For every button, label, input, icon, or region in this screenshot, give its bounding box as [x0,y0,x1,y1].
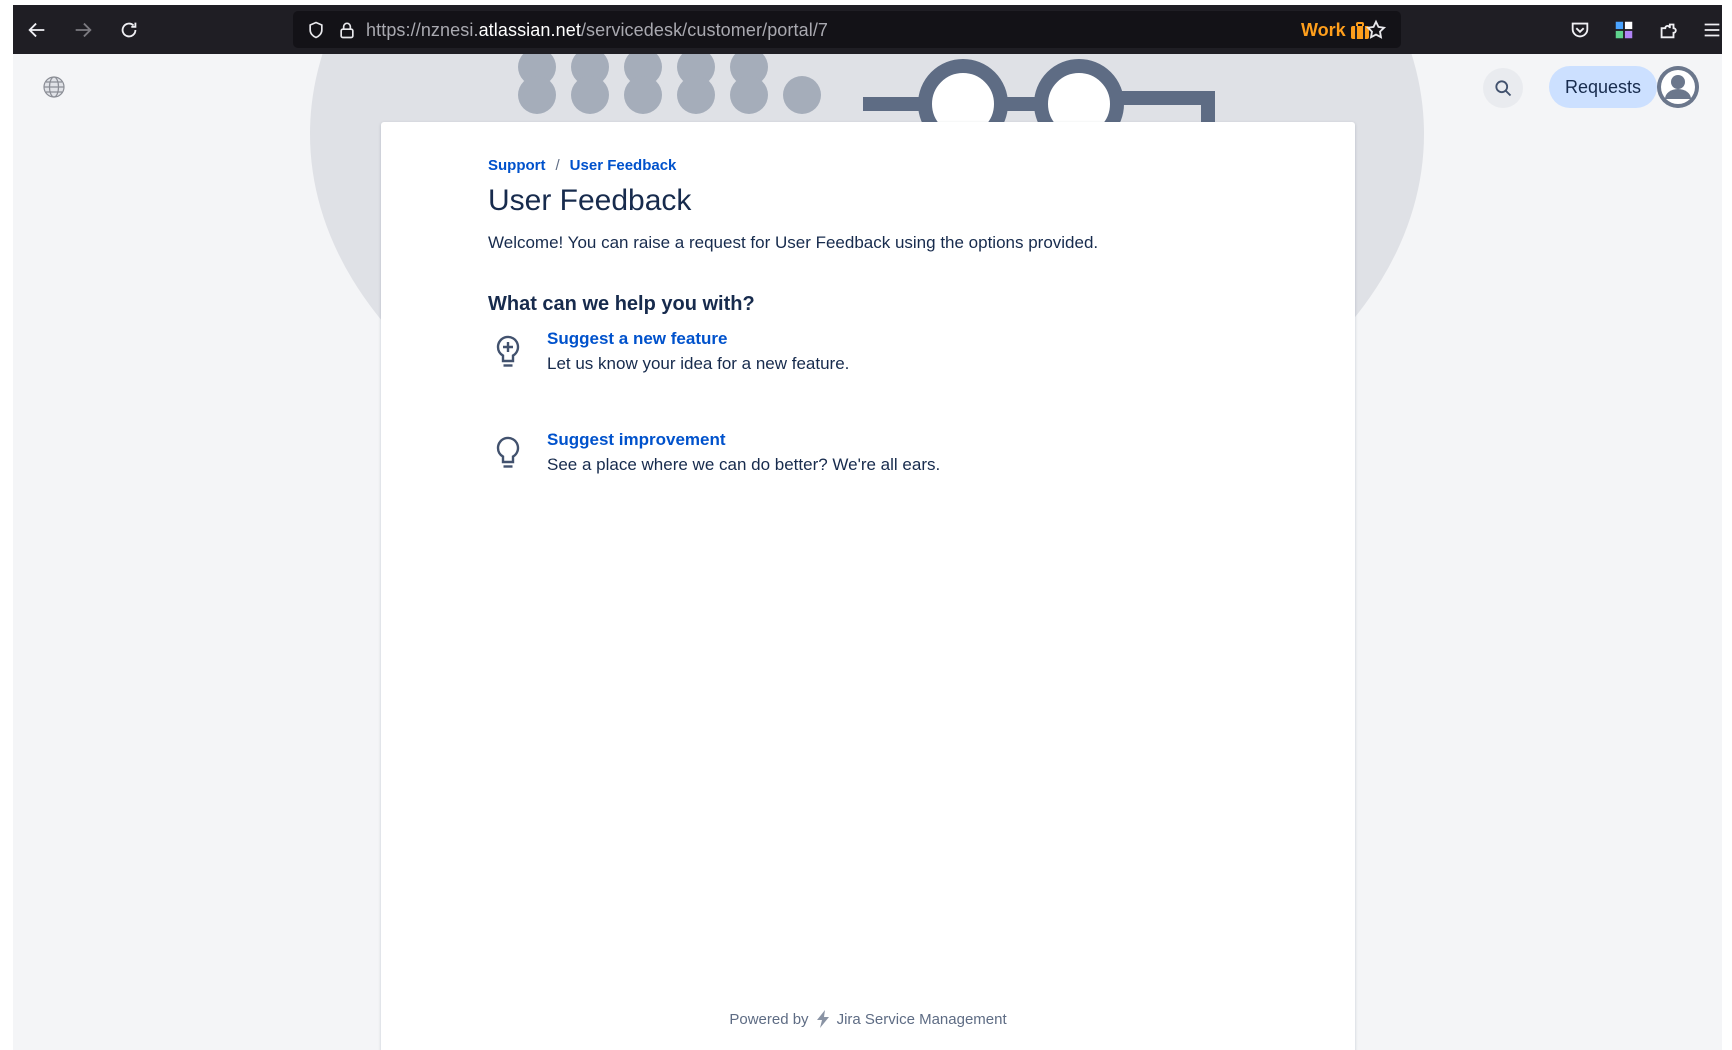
hero-dot [624,76,662,114]
container-badge[interactable]: Work [1301,20,1370,41]
search-button[interactable] [1483,68,1523,108]
page-title: User Feedback [488,184,692,217]
hero-dot [783,76,821,114]
lock-icon[interactable] [336,19,358,41]
screen: https://nznesi.atlassian.net/servicedesk… [0,0,1732,1050]
reload-icon [121,22,137,37]
jira-service-management-link[interactable]: Jira Service Management [837,1011,1007,1028]
hamburger-menu-icon [1704,23,1720,36]
request-type-new-feature[interactable]: Suggest a new feature Let us know your i… [488,329,1188,389]
portal-card: Support / User Feedback User Feedback We… [381,122,1355,1050]
url-path: /servicedesk/customer/portal/7 [580,20,829,40]
lightbulb-plus-icon [496,335,520,367]
extension-button[interactable] [1602,5,1646,54]
extensions-button[interactable] [1646,5,1690,54]
url-prefix: https://nznesi. [366,20,479,40]
breadcrumb-support-link[interactable]: Support [488,157,546,174]
user-avatar-icon [1657,66,1699,108]
breadcrumb-separator: / [555,157,560,174]
request-type-title[interactable]: Suggest a new feature [547,329,727,349]
pocket-button[interactable] [1558,5,1602,54]
search-icon [1495,80,1512,97]
request-type-description: Let us know your idea for a new feature. [547,354,850,373]
pocket-icon [1571,22,1589,37]
powered-by-footer: Powered by Jira Service Management [381,1009,1355,1029]
reload-button[interactable] [109,5,149,54]
request-type-description: See a place where we can do better? We'r… [547,455,941,474]
requests-label: Requests [1565,76,1642,97]
breadcrumb: Support / User Feedback [488,157,676,174]
breadcrumb-user-feedback-link[interactable]: User Feedback [570,157,677,174]
hero-dot [677,76,715,114]
url-bar[interactable]: https://nznesi.atlassian.net/servicedesk… [293,11,1401,48]
jira-bolt-icon [816,1010,829,1028]
container-label: Work [1301,20,1346,40]
url-host: atlassian.net [478,20,581,40]
arrow-right-icon [75,22,92,37]
hero-dot [518,76,556,114]
profile-avatar[interactable] [1657,66,1699,108]
toolbar-right-icons [1558,5,1732,54]
tracking-shield-icon[interactable] [305,19,327,41]
back-button[interactable] [17,5,57,54]
arrow-left-icon [28,22,45,37]
globe-icon [43,76,65,98]
help-heading: What can we help you with? [488,293,755,315]
welcome-message: Welcome! You can raise a request for Use… [488,233,1099,252]
powered-by-text: Powered by [729,1010,809,1028]
app-menu-button[interactable] [1690,5,1732,54]
forward-button[interactable] [63,5,103,54]
request-type-title[interactable]: Suggest improvement [547,430,726,450]
help-center-logo[interactable] [42,75,66,99]
hero-dot [571,76,609,114]
url-text[interactable]: https://nznesi.atlassian.net/servicedesk… [366,20,828,41]
hero-dot [730,76,768,114]
puzzle-icon [1660,23,1677,38]
requests-button[interactable]: Requests [1549,66,1658,108]
portal-page: Requests Support / User Feedback User Fe… [13,54,1722,1050]
lightbulb-icon [496,436,520,468]
bookmark-star-icon[interactable] [1365,19,1387,41]
browser-toolbar: https://nznesi.atlassian.net/servicedesk… [13,5,1722,54]
request-type-improvement[interactable]: Suggest improvement See a place where we… [488,430,1188,490]
extension-grid-icon [1615,21,1633,38]
